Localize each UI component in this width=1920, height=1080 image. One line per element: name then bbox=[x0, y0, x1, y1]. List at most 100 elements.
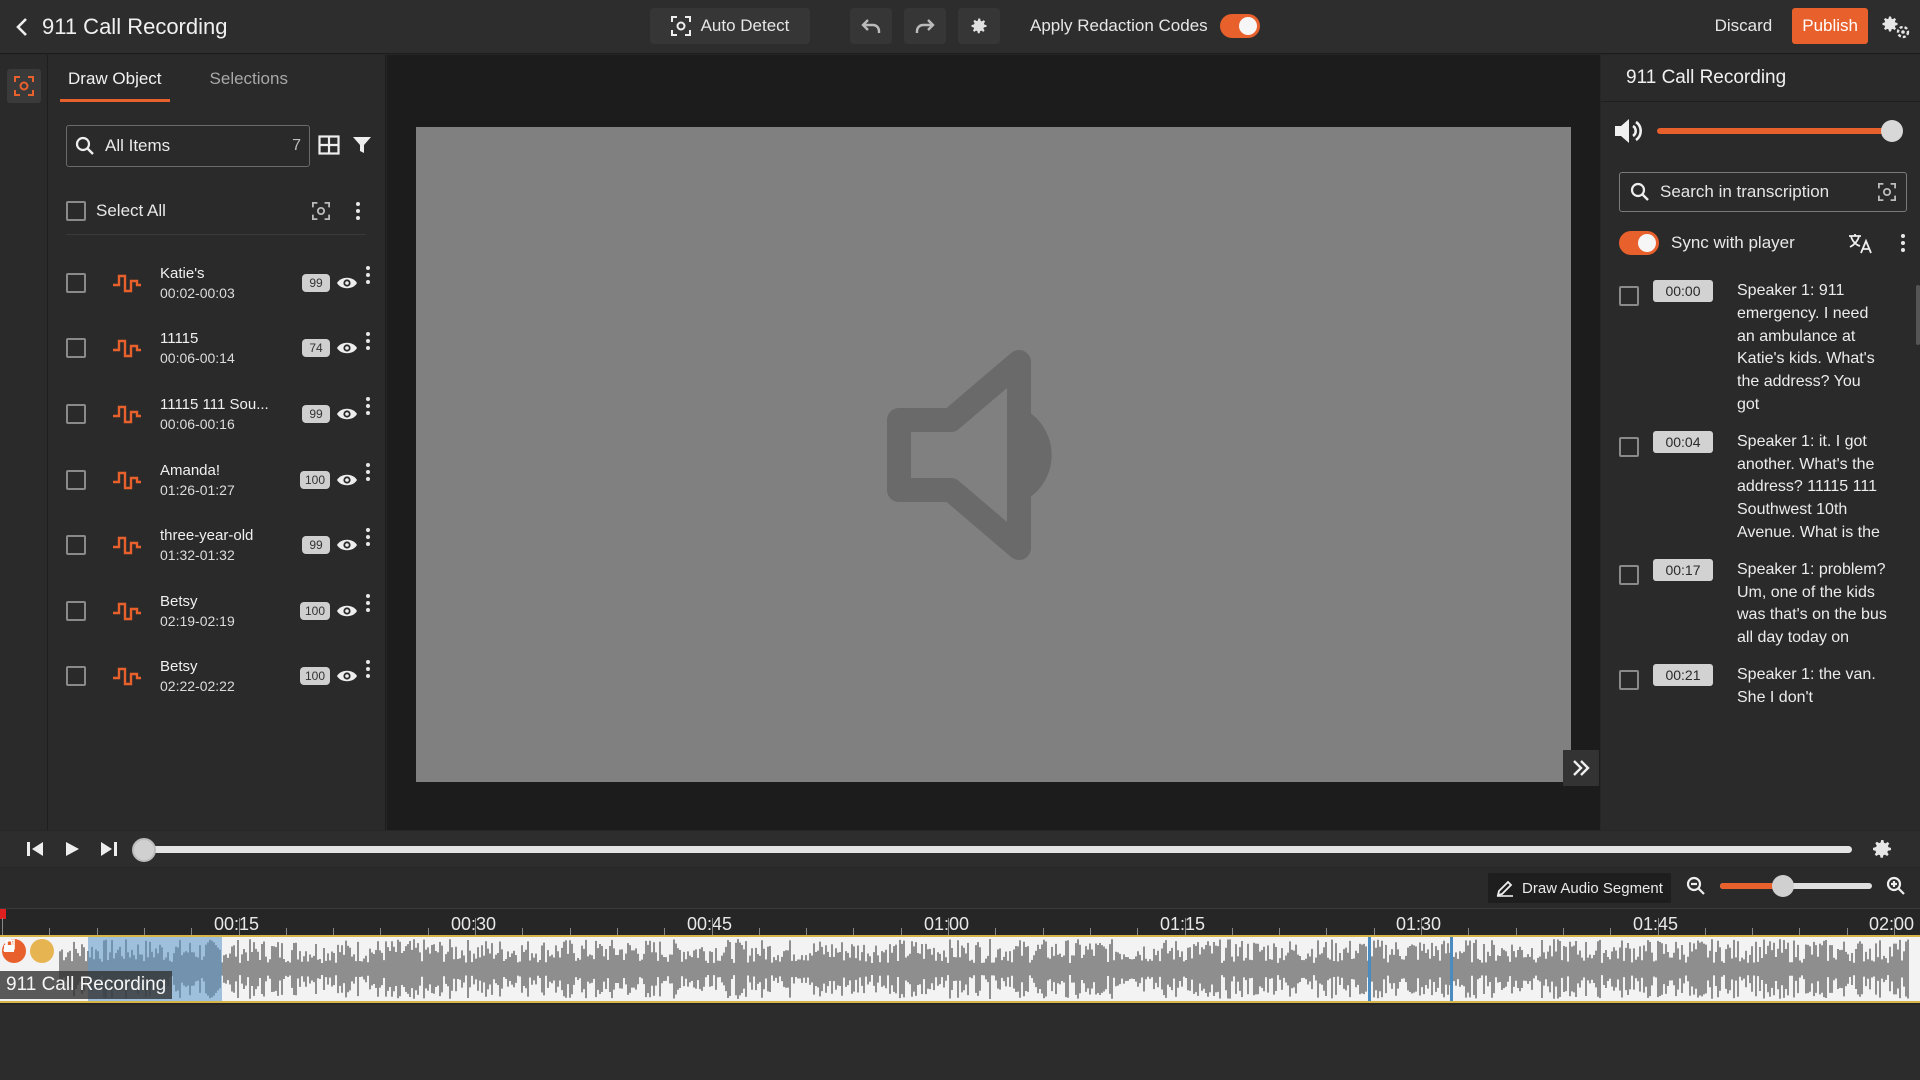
segment-marker[interactable] bbox=[1450, 937, 1453, 1001]
settings-button[interactable] bbox=[958, 8, 1000, 44]
focus-frame-icon bbox=[670, 16, 691, 36]
gears-settings-icon[interactable] bbox=[1880, 13, 1910, 39]
item-checkbox[interactable] bbox=[66, 272, 86, 293]
audio-track[interactable]: 911 Call Recording bbox=[0, 935, 1920, 1003]
timeline-ruler[interactable]: 00:15 00:30 00:45 01:00 01:15 01:30 01:4… bbox=[0, 908, 1920, 936]
step-forward-icon[interactable] bbox=[100, 840, 118, 858]
item-checkbox[interactable] bbox=[66, 338, 86, 359]
list-item[interactable]: 11115 111 Sou... 00:06-00:16 99 bbox=[66, 381, 376, 447]
more-options-icon[interactable] bbox=[1895, 234, 1911, 252]
step-back-icon[interactable] bbox=[26, 840, 44, 858]
search-placeholder: Search in transcription bbox=[1660, 182, 1830, 201]
more-options-icon[interactable] bbox=[360, 528, 376, 547]
ruler-tick bbox=[1657, 918, 1659, 936]
volume-slider[interactable] bbox=[1657, 120, 1903, 142]
speaker-icon[interactable] bbox=[1613, 117, 1647, 145]
item-checkbox[interactable] bbox=[66, 403, 86, 424]
expand-panel-button[interactable] bbox=[1563, 750, 1599, 786]
eye-icon[interactable] bbox=[336, 340, 358, 356]
apply-redaction-codes-toggle[interactable] bbox=[1219, 14, 1260, 38]
playback-scrubber[interactable] bbox=[132, 838, 1852, 862]
list-item[interactable]: 11115 00:06-00:14 74 bbox=[66, 316, 376, 382]
eye-icon[interactable] bbox=[336, 537, 358, 553]
transcript-entry[interactable]: 00:17 Speaker 1: problem? Um, one of the… bbox=[1619, 558, 1909, 650]
sync-with-player-toggle[interactable] bbox=[1619, 231, 1659, 255]
item-time: 01:26-01:27 bbox=[160, 481, 235, 498]
item-checkbox[interactable] bbox=[66, 600, 86, 621]
more-options-icon[interactable] bbox=[350, 201, 366, 220]
zoom-out-icon[interactable] bbox=[1686, 876, 1706, 896]
tab-selections[interactable]: Selections bbox=[210, 69, 288, 102]
publish-button[interactable]: Publish bbox=[1792, 8, 1868, 44]
confidence-badge: 99 bbox=[302, 404, 330, 423]
zoom-slider[interactable] bbox=[1720, 875, 1872, 897]
segment-marker[interactable] bbox=[1368, 937, 1371, 1001]
timestamp-badge[interactable]: 00:17 bbox=[1653, 558, 1713, 581]
playhead-marker[interactable] bbox=[0, 909, 6, 919]
audio-segment-icon bbox=[113, 340, 141, 358]
more-options-icon[interactable] bbox=[360, 593, 376, 612]
eye-icon[interactable] bbox=[336, 406, 358, 422]
select-all-row: Select All bbox=[66, 195, 366, 235]
more-options-icon[interactable] bbox=[360, 462, 376, 481]
entry-checkbox[interactable] bbox=[1619, 436, 1639, 457]
eye-icon[interactable] bbox=[336, 603, 358, 619]
scrubber-knob[interactable] bbox=[132, 838, 156, 862]
play-icon[interactable] bbox=[64, 840, 80, 858]
item-checkbox[interactable] bbox=[66, 666, 86, 687]
redo-button[interactable] bbox=[904, 8, 946, 44]
entry-checkbox[interactable] bbox=[1619, 669, 1639, 690]
ruler-tick bbox=[1894, 918, 1895, 936]
audio-player-canvas[interactable] bbox=[416, 127, 1571, 782]
timestamp-badge[interactable]: 00:00 bbox=[1653, 280, 1713, 302]
item-name: 11115 bbox=[160, 330, 199, 348]
timestamp-badge[interactable]: 00:21 bbox=[1653, 663, 1713, 686]
auto-detect-button[interactable]: Auto Detect bbox=[650, 8, 810, 44]
entry-checkbox[interactable] bbox=[1619, 286, 1639, 306]
more-options-icon[interactable] bbox=[360, 331, 376, 350]
more-options-icon[interactable] bbox=[360, 266, 376, 284]
lock-icon[interactable] bbox=[4, 939, 54, 963]
tab-draw-object[interactable]: Draw Object bbox=[60, 69, 170, 102]
items-filter-search[interactable]: All Items 7 bbox=[66, 125, 310, 167]
draw-audio-segment-button[interactable]: Draw Audio Segment bbox=[1488, 873, 1671, 903]
undo-button[interactable] bbox=[850, 8, 892, 44]
ruler-label: 00:45 bbox=[687, 914, 733, 934]
transcript-entry[interactable]: 00:21 Speaker 1: the van. She I don't bbox=[1619, 663, 1909, 710]
translate-icon[interactable] bbox=[1847, 232, 1873, 254]
item-checkbox[interactable] bbox=[66, 469, 86, 490]
eye-icon[interactable] bbox=[336, 275, 358, 291]
gear-icon[interactable] bbox=[1870, 837, 1894, 861]
zoom-slider-knob[interactable] bbox=[1772, 875, 1794, 897]
focus-frame-icon[interactable] bbox=[1878, 183, 1896, 201]
discard-button[interactable]: Discard bbox=[1707, 16, 1781, 36]
volume-slider-knob[interactable] bbox=[1881, 120, 1903, 142]
item-time: 02:19-02:19 bbox=[160, 612, 235, 629]
item-count: 7 bbox=[292, 137, 301, 154]
grid-view-icon[interactable] bbox=[318, 135, 340, 155]
object-detect-tool-button[interactable] bbox=[7, 69, 41, 103]
scrollbar[interactable] bbox=[1916, 285, 1920, 345]
filter-icon[interactable] bbox=[352, 135, 372, 155]
transcription-search[interactable]: Search in transcription bbox=[1619, 172, 1907, 212]
more-options-icon[interactable] bbox=[360, 659, 376, 678]
transcript-entry[interactable]: 00:00 Speaker 1: 911 emergency. I need a… bbox=[1619, 280, 1909, 417]
select-all-checkbox[interactable] bbox=[66, 200, 86, 221]
eye-icon[interactable] bbox=[336, 668, 358, 684]
list-item[interactable]: Betsy 02:22-02:22 100 bbox=[66, 644, 376, 710]
back-button[interactable] bbox=[2, 0, 42, 54]
double-chevron-right-icon bbox=[1573, 760, 1590, 776]
zoom-in-icon[interactable] bbox=[1886, 876, 1906, 896]
list-item[interactable]: Betsy 02:19-02:19 100 bbox=[66, 578, 376, 644]
more-options-icon[interactable] bbox=[360, 397, 376, 416]
focus-frame-icon[interactable] bbox=[312, 201, 330, 220]
list-item[interactable]: three-year-old 01:32-01:32 99 bbox=[66, 512, 376, 578]
eye-icon[interactable] bbox=[336, 472, 358, 488]
timestamp-badge[interactable]: 00:04 bbox=[1653, 430, 1713, 453]
item-checkbox[interactable] bbox=[66, 535, 86, 556]
entry-checkbox[interactable] bbox=[1619, 564, 1639, 585]
item-name: Katie's bbox=[160, 264, 205, 282]
list-item[interactable]: Amanda! 01:26-01:27 100 bbox=[66, 447, 376, 513]
transcript-entry[interactable]: 00:04 Speaker 1: it. I got another. What… bbox=[1619, 430, 1909, 545]
list-item[interactable]: Katie's 00:02-00:03 99 bbox=[66, 250, 376, 316]
